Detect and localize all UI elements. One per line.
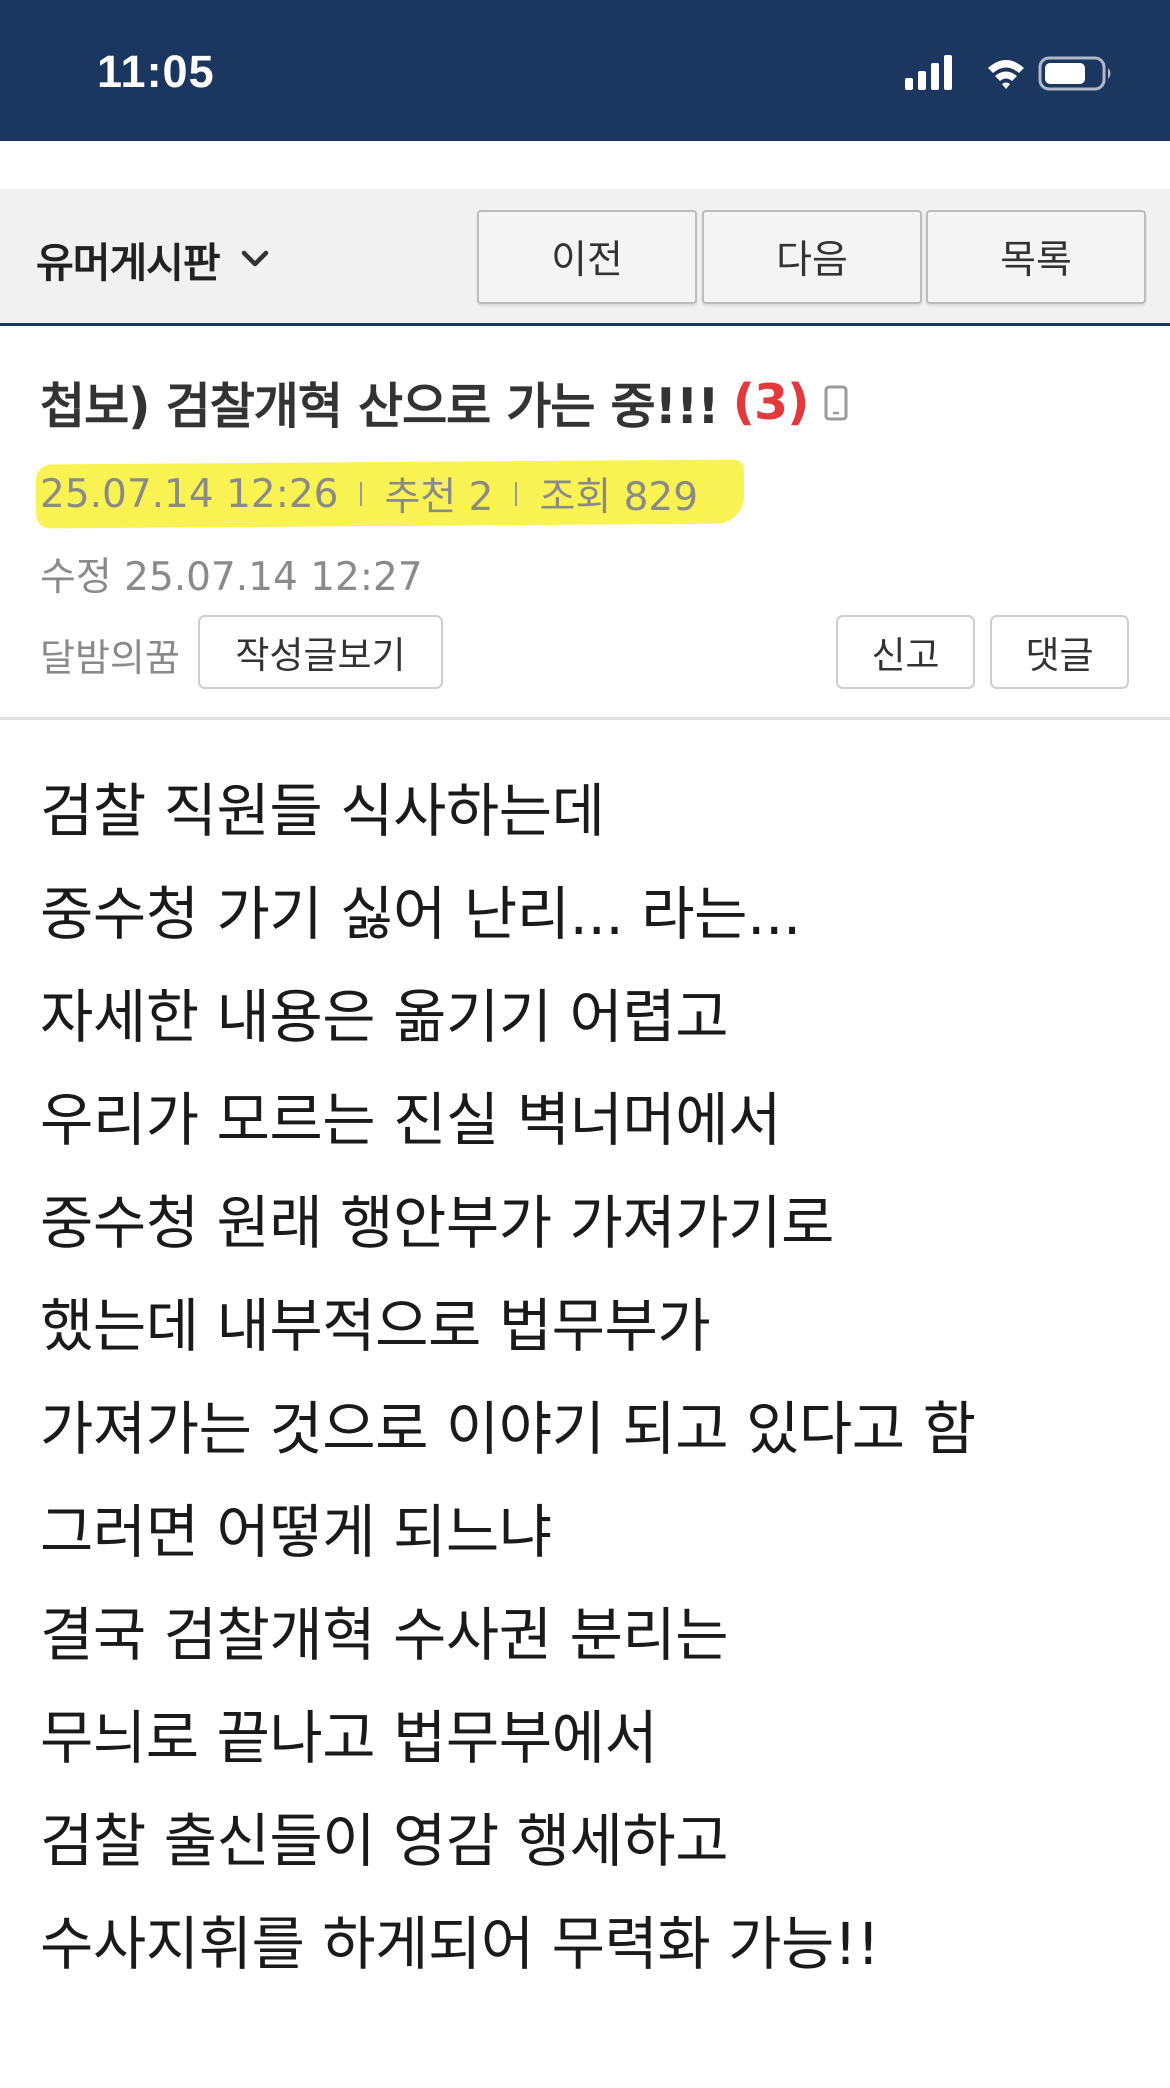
list-button[interactable]: 목록	[926, 210, 1146, 304]
board-selector[interactable]: 유머게시판	[36, 229, 272, 289]
body-line: 결국 검찰개혁 수사권 분리는	[40, 1601, 729, 1669]
body-line: 수사지휘를 하게되어 무력화 가능!!	[40, 1910, 880, 1978]
signal-bars-icon	[905, 55, 952, 90]
divider	[0, 717, 1170, 720]
body-line: 자세한 내용은 옮기기 어렵고	[40, 983, 729, 1051]
prev-button[interactable]: 이전	[477, 210, 697, 304]
author-posts-button[interactable]: 작성글보기	[198, 615, 443, 689]
body-line: 검찰 출신들이 영감 행세하고	[40, 1807, 729, 1875]
comment-count[interactable]: (3)	[733, 374, 810, 431]
post-body: 검찰 직원들 식사하는데 중수청 가기 싫어 난리... 라는... 자세한 내…	[40, 760, 1140, 1996]
next-button[interactable]: 다음	[702, 210, 922, 304]
status-bar: 11:05	[0, 0, 1170, 141]
recommend-count: 추천 2	[384, 475, 494, 520]
meta-separator	[515, 482, 518, 506]
post-meta: 25.07.14 12:26 추천 2 조회 829	[40, 466, 698, 522]
body-line: 중수청 원래 행안부가 가져가기로	[40, 1189, 834, 1257]
body-line: 했는데 내부적으로 법무부가	[40, 1292, 711, 1360]
author-name[interactable]: 달밤의꿈	[40, 627, 180, 682]
body-line: 우리가 모르는 진실 벽너머에서	[40, 1086, 782, 1154]
comment-button[interactable]: 댓글	[990, 615, 1129, 689]
status-time: 11:05	[97, 46, 215, 97]
body-line: 그러면 어떻게 되느냐	[40, 1498, 552, 1566]
edited-date: 수정 25.07.14 12:27	[40, 555, 423, 600]
board-header: 유머게시판 이전 다음 목록	[0, 189, 1170, 326]
wifi-icon	[988, 60, 1024, 89]
status-icons	[905, 55, 1111, 91]
chevron-down-icon	[241, 250, 268, 267]
post-title: 첩보) 검찰개혁 산으로 가는 중!!!	[40, 378, 720, 435]
body-line: 가져가는 것으로 이야기 되고 있다고 함	[40, 1395, 976, 1463]
body-line: 무늬로 끝나고 법무부에서	[40, 1704, 658, 1772]
board-title: 유머게시판	[36, 239, 221, 287]
view-count: 조회 829	[539, 475, 699, 520]
body-line: 중수청 가기 싫어 난리... 라는...	[40, 880, 801, 948]
post-date: 25.07.14 12:26	[40, 471, 339, 517]
meta-separator	[360, 482, 363, 506]
post-title-row: 첩보) 검찰개혁 산으로 가는 중!!! (3)	[40, 367, 849, 438]
body-line: 검찰 직원들 식사하는데	[40, 777, 605, 845]
report-button[interactable]: 신고	[836, 615, 975, 689]
mobile-phone-icon	[824, 385, 848, 420]
battery-icon	[1038, 56, 1111, 91]
